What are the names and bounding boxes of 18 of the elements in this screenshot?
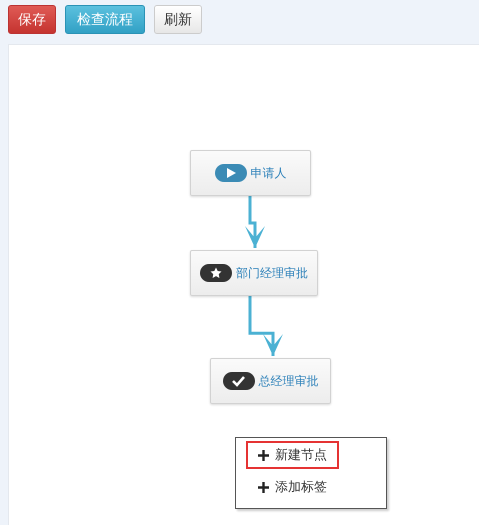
flow-node[interactable]: 申请人 [190, 150, 311, 196]
star-icon [200, 264, 232, 282]
flow-node[interactable]: 部门经理审批 [190, 250, 318, 296]
flow-node[interactable]: 总经理审批 [210, 358, 331, 404]
connector-arrow [248, 296, 283, 356]
connector-arrow [245, 196, 265, 248]
menu-item[interactable]: 添加标签 [246, 473, 339, 501]
node-label: 总经理审批 [258, 372, 318, 390]
node-label: 部门经理审批 [236, 264, 308, 282]
plus-icon [258, 482, 269, 492]
plus-icon [258, 450, 269, 460]
toolbar-button[interactable]: 刷新 [154, 5, 202, 34]
toolbar-button[interactable]: 保存 [8, 5, 56, 34]
toolbar-button[interactable]: 检查流程 [65, 5, 145, 34]
check-icon [222, 372, 254, 390]
play-icon [214, 164, 246, 182]
node-label: 申请人 [250, 164, 286, 182]
menu-item[interactable]: 新建节点 [246, 441, 339, 469]
